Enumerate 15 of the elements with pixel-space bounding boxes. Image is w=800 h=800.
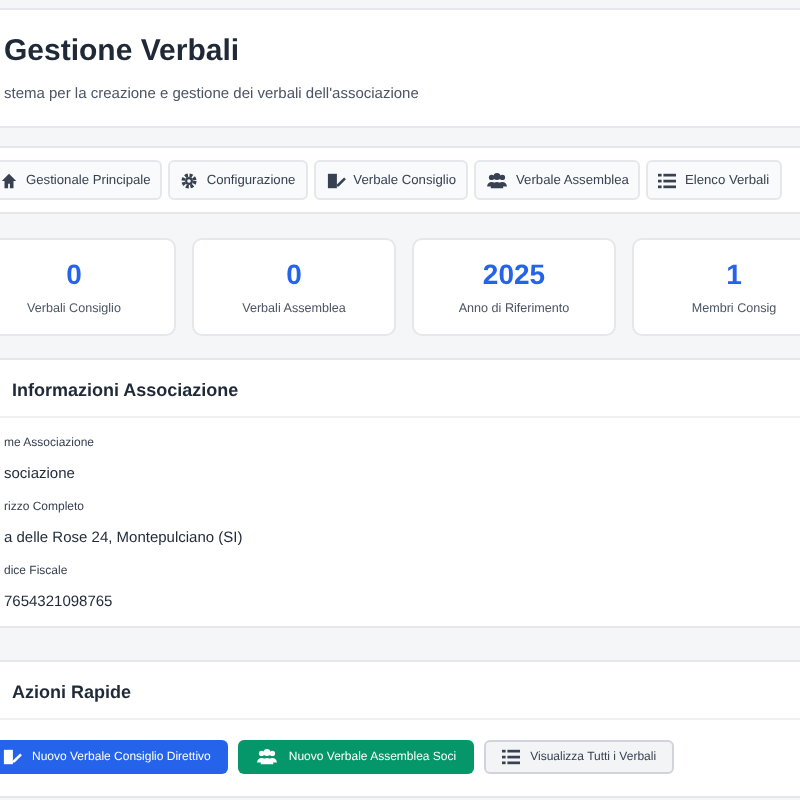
list-icon <box>502 748 521 766</box>
users-icon <box>256 748 279 766</box>
settings-icon <box>180 171 199 189</box>
list-icon <box>658 171 677 189</box>
section-title: Informazioni Associazione <box>0 360 800 418</box>
stat-value: 0 <box>66 258 82 290</box>
section-title: Azioni Rapide <box>0 662 800 720</box>
document-pen-icon <box>325 171 346 189</box>
page-title: Gestione Verbali <box>4 34 240 68</box>
document-pen-icon <box>2 748 22 766</box>
stat-value: 1 <box>726 258 742 290</box>
stat-value: 0 <box>286 258 302 290</box>
stat-value: 2025 <box>482 258 546 290</box>
home-icon <box>0 171 18 189</box>
users-icon <box>486 171 508 189</box>
